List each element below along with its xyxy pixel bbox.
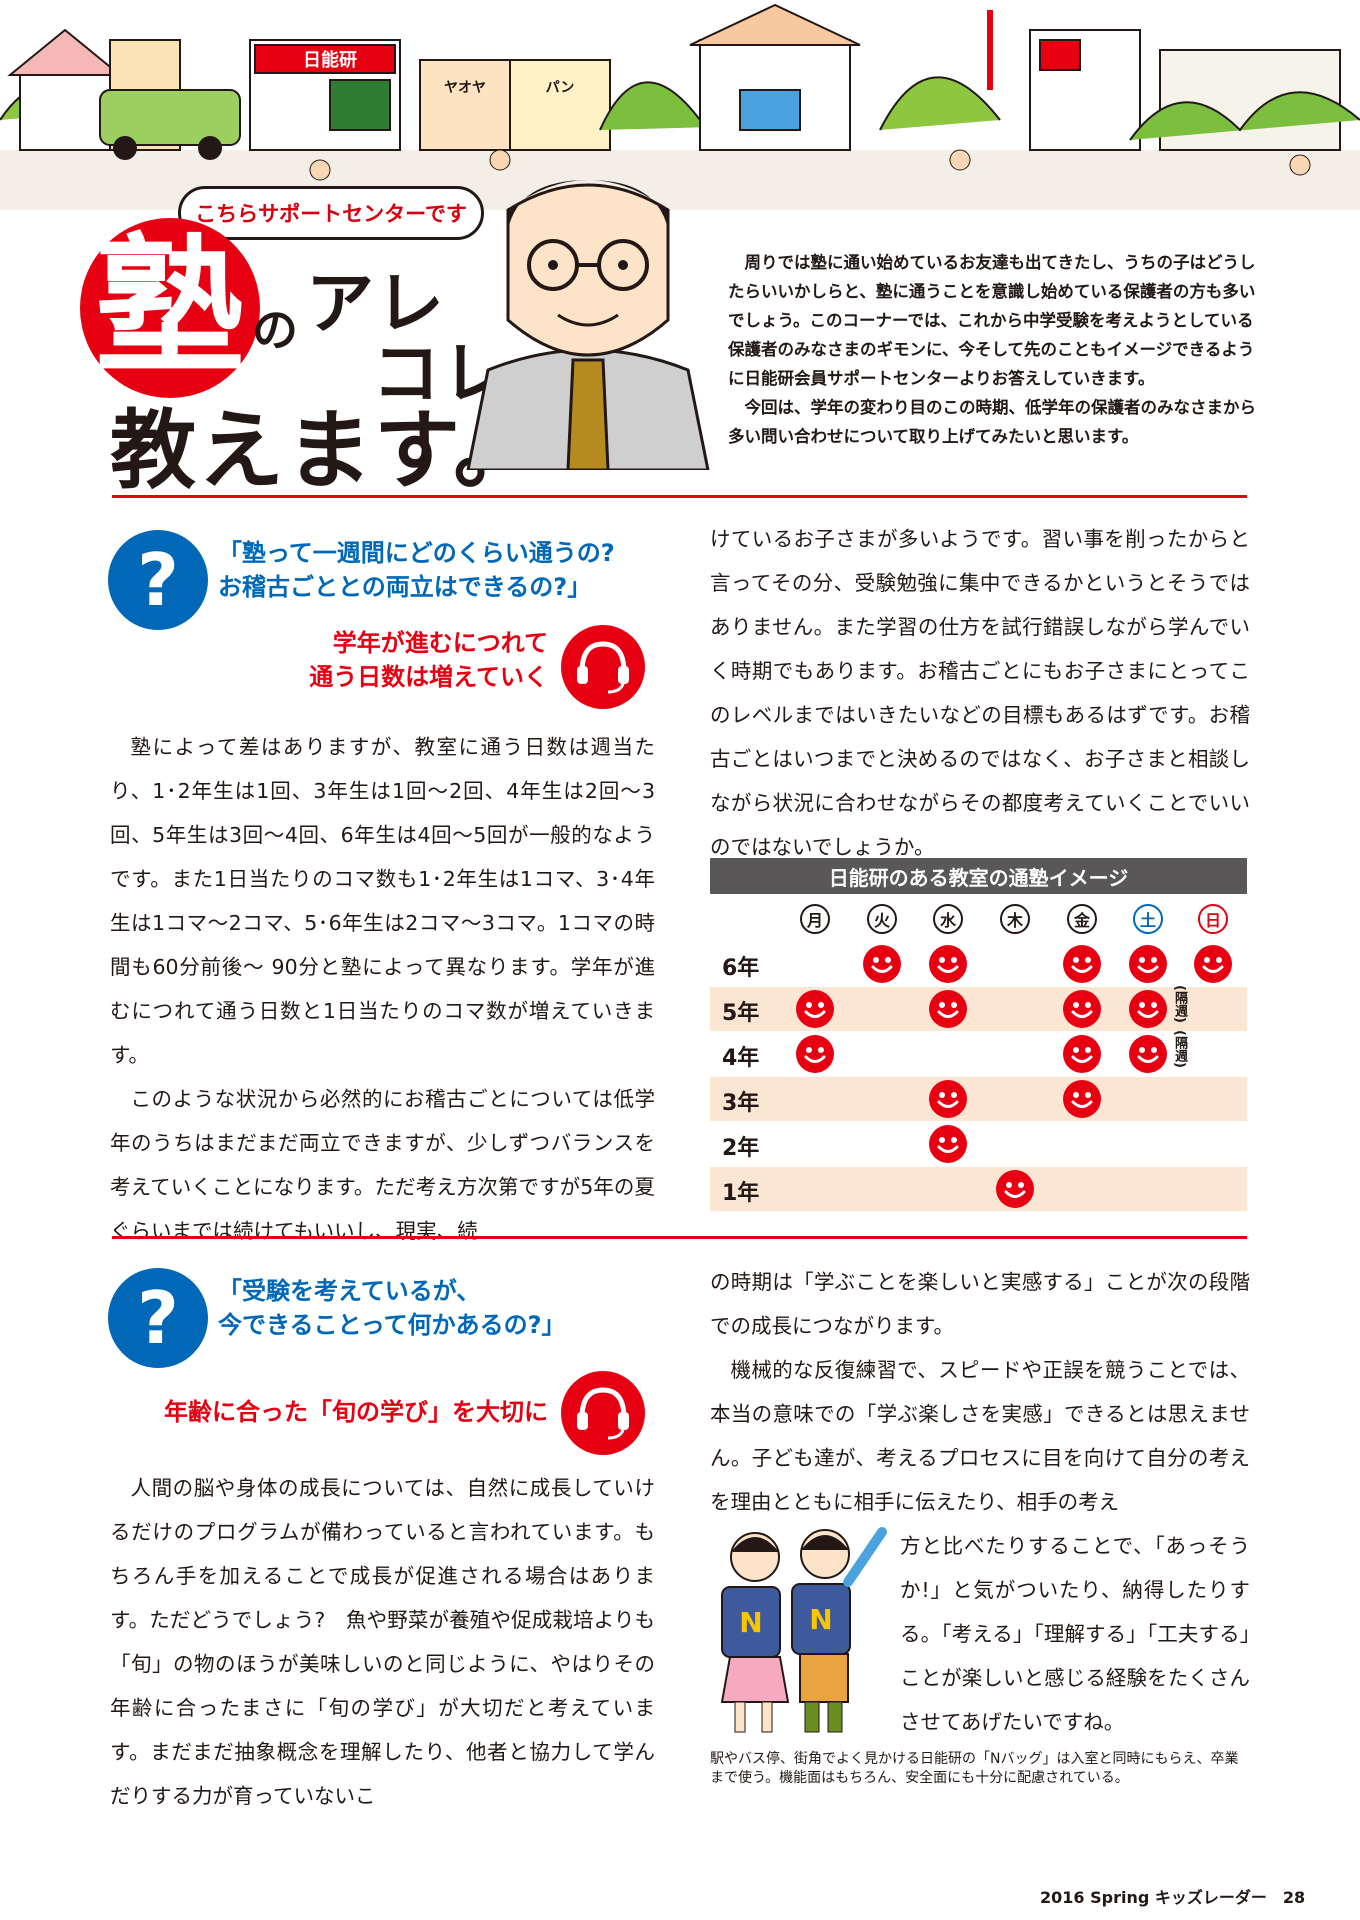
attendance-smile-icon <box>1063 945 1101 983</box>
question-2: 「受験を考えているが、 今できることって何かあるの?」 <box>218 1277 566 1339</box>
biweekly-note: (隔週) <box>1172 1030 1187 1068</box>
intro-text: 周りでは塾に通い始めているお友達も出てきたし、うちの子はどうしたらいいかしらと、… <box>728 253 1256 446</box>
attendance-smile-icon <box>1194 945 1232 983</box>
day-header: 日 <box>1198 904 1228 934</box>
day-header: 金 <box>1067 904 1097 934</box>
table-row: 3年 <box>710 1077 1247 1121</box>
grade-label: 2年 <box>722 1136 760 1161</box>
sign-nichinoken: 日能研 <box>303 49 357 71</box>
children-illustration: N N <box>720 1527 887 1733</box>
attendance-smile-icon <box>996 1170 1034 1208</box>
divider-top <box>112 495 1247 498</box>
attendance-smile-icon <box>929 990 967 1028</box>
sign-pan: パン <box>546 80 575 96</box>
day-header: 木 <box>1000 904 1030 934</box>
attendance-smile-icon <box>1063 1035 1101 1073</box>
attendance-smile-icon <box>796 990 834 1028</box>
headset-icon-2 <box>561 1371 645 1455</box>
grade-label: 4年 <box>722 1046 760 1071</box>
grade-label: 3年 <box>722 1091 760 1116</box>
table-row: 5年 (隔週) <box>710 985 1247 1031</box>
attendance-smile-icon <box>1129 990 1167 1028</box>
divider-middle <box>112 1236 1247 1239</box>
day-header: 水 <box>933 904 963 934</box>
day-header: 土 <box>1133 904 1163 934</box>
attendance-smile-icon <box>1129 945 1167 983</box>
bag-caption: 駅やバス停、街角でよく見かける日能研の「Nバッグ」は入室と同時にもらえ、卒業まで… <box>710 1751 1239 1786</box>
table-row: 2年 <box>710 1122 1247 1166</box>
question-icon-1: ? <box>108 530 208 630</box>
sign-yaoya: ヤオヤ <box>444 80 486 96</box>
answer-2: 年齢に合った「旬の学び」を大切に <box>164 1398 548 1426</box>
attendance-smile-icon <box>929 1125 967 1163</box>
question-1: 「塾って一週間にどのくらい通うの? お稽古ごととの両立はできるの?」 <box>218 539 615 601</box>
page-footer: 2016 Spring キッズレーダー 28 <box>1040 1888 1306 1907</box>
attendance-smile-icon <box>796 1035 834 1073</box>
attendance-smile-icon <box>929 945 967 983</box>
attendance-smile-icon <box>929 1080 967 1118</box>
table-title: 日能研のある教室の通塾イメージ <box>710 858 1247 894</box>
table-row: 4年 (隔週) <box>710 1030 1247 1076</box>
attendance-smile-icon <box>1063 990 1101 1028</box>
section1-left-text: 塾によって差はありますが、教室に通う日数は週当たり、1･2年生は1回、3年生は1… <box>110 735 655 1243</box>
grade-label: 6年 <box>722 956 760 981</box>
question-icon-2: ? <box>108 1268 208 1368</box>
grade-label: 5年 <box>722 1001 760 1026</box>
grade-label: 1年 <box>722 1181 760 1206</box>
attendance-smile-icon <box>1063 1080 1101 1118</box>
section2-right-bottom-text: 方と比べたりすることで、「あっそうか!」と気がついたり、納得したりする。「考える… <box>900 1534 1250 1734</box>
biweekly-note: (隔週) <box>1172 985 1187 1023</box>
attendance-smile-icon <box>1129 1035 1167 1073</box>
day-header: 月 <box>800 904 830 934</box>
n-bag-letter-1: N <box>739 1606 762 1639</box>
day-headers: 月火水木金土日 <box>710 902 1247 936</box>
attendance-smile-icon <box>863 945 901 983</box>
section1-right-text: けているお子さまが多いようです。習い事を削ったからと言ってその分、受験勉強に集中… <box>710 527 1250 859</box>
day-header: 火 <box>867 904 897 934</box>
answer-1: 学年が進むにつれて 通う日数は増えていく <box>309 629 548 691</box>
section2-right-top-text: の時期は「学ぶことを楽しいと実感する」ことが次の段階での成長につながります。 機… <box>710 1270 1250 1514</box>
table-row: 1年 <box>710 1167 1247 1211</box>
section2-left-text: 人間の脳や身体の成長については、自然に成長していけるだけのプログラムが備わってい… <box>110 1476 655 1808</box>
title-juku-circle: 塾 <box>80 218 260 398</box>
title-no: の <box>252 303 298 357</box>
n-bag-letter-2: N <box>809 1603 832 1636</box>
table-row: 6年 <box>710 942 1247 986</box>
teacher-illustration <box>466 180 710 470</box>
headset-icon-1 <box>561 625 645 709</box>
